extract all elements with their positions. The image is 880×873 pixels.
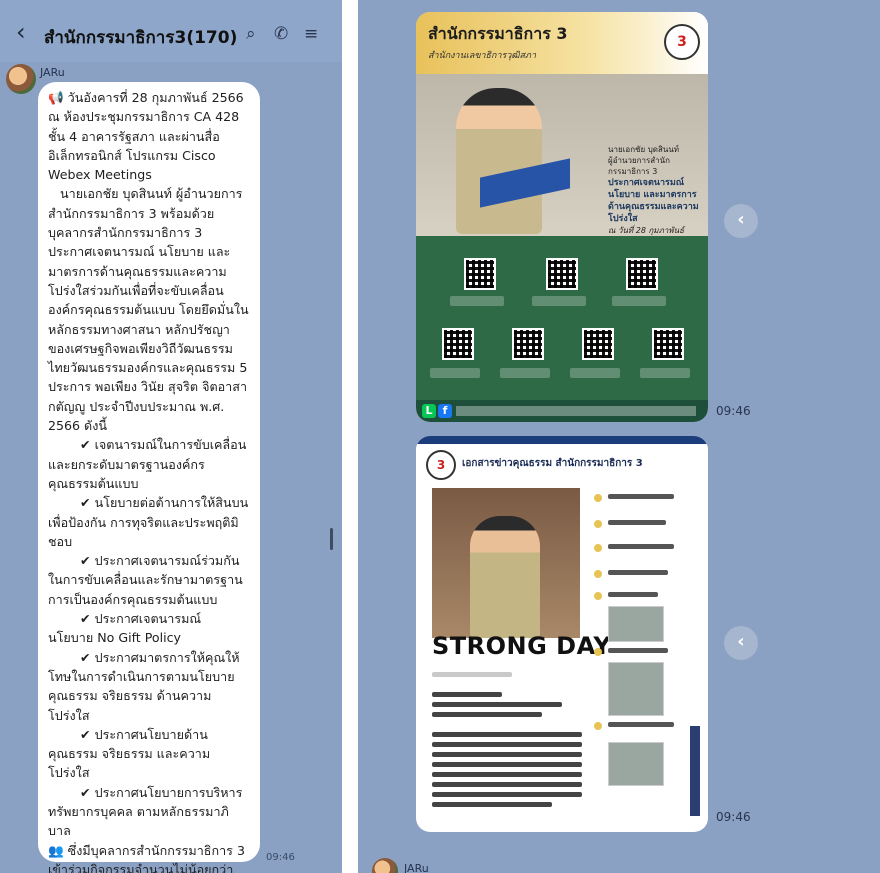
message-bubble[interactable]: 📢 วันอังคารที่ 28 กุมภาพันธ์ 2566 ณ ห้อง… — [38, 82, 260, 873]
text-line — [432, 732, 582, 737]
menu-icon[interactable]: ≡ — [304, 24, 318, 44]
text-line — [432, 772, 582, 777]
text-line — [432, 762, 582, 767]
share-icon[interactable]: ‹ — [724, 626, 758, 660]
chat-header: ‹ สำนักกรรมาธิการ3(170) ⌕ ✆ ≡ — [0, 0, 342, 62]
qr-label — [430, 368, 480, 378]
committee-logo-icon: 3 — [664, 24, 700, 60]
shared-image-newsletter[interactable]: 3 เอกสารข่าวคุณธรรม สำนักกรรมาธิการ 3 ST… — [416, 436, 708, 832]
text-line — [432, 742, 582, 747]
director-photo: นายเอกชัย บุดสินนท์ ผู้อำนวยการสำนักกรรม… — [416, 74, 708, 246]
text-line — [608, 544, 674, 549]
qr-code-icon — [652, 328, 684, 360]
image-footer: L f — [416, 400, 708, 422]
text-line — [432, 712, 542, 717]
qr-code-icon — [464, 258, 496, 290]
person-figure — [456, 88, 542, 234]
photo-caption: นายเอกชัย บุดสินนท์ ผู้อำนวยการสำนักกรรม… — [608, 144, 704, 247]
image-header: สำนักกรรมาธิการ 3 สำนักงานเลขาธิการวุฒิส… — [416, 12, 708, 74]
avatar[interactable] — [6, 64, 36, 94]
qr-code-icon — [626, 258, 658, 290]
chat-panel-images: สำนักกรรมาธิการ 3 สำนักงานเลขาธิการวุฒิส… — [358, 0, 880, 873]
qr-code-icon — [512, 328, 544, 360]
newsletter-side-strip — [690, 726, 700, 816]
director-photo — [432, 488, 580, 638]
bullet-icon — [594, 544, 602, 552]
committee-logo-icon: 3 — [426, 450, 456, 480]
qr-section — [416, 236, 708, 400]
text-line — [432, 782, 582, 787]
divider — [342, 0, 358, 873]
scrollbar[interactable] — [330, 528, 333, 550]
bullet-icon — [594, 592, 602, 600]
event-photo — [608, 742, 664, 786]
qr-label — [640, 368, 690, 378]
back-chevron-icon[interactable]: ‹ — [16, 18, 26, 46]
text-line — [608, 494, 674, 499]
qr-label — [500, 368, 550, 378]
text-line — [432, 692, 502, 697]
chat-title: สำนักกรรมาธิการ3(170) — [44, 28, 238, 48]
phone-icon[interactable]: ✆ — [274, 24, 288, 44]
bullet-icon — [594, 494, 602, 502]
image-time: 09:46 — [716, 404, 751, 418]
text-line — [608, 520, 666, 525]
text-line — [608, 722, 674, 727]
event-photo — [608, 662, 664, 716]
bullet-icon — [594, 570, 602, 578]
person-figure — [470, 516, 540, 638]
image-subtitle: สำนักงานเลขาธิการวุฒิสภา — [428, 51, 537, 61]
caption-role: ผู้อำนวยการสำนักกรรมาธิการ 3 — [608, 156, 670, 176]
share-icon[interactable]: ‹ — [724, 204, 758, 238]
headline: STRONG DAY — [432, 632, 612, 660]
qr-code-icon — [582, 328, 614, 360]
text-line — [432, 802, 552, 807]
text-line — [608, 570, 668, 575]
avatar[interactable] — [372, 858, 398, 873]
shared-image-announcement[interactable]: สำนักกรรมาธิการ 3 สำนักงานเลขาธิการวุฒิส… — [416, 12, 708, 422]
qr-label — [612, 296, 666, 306]
facebook-logo-icon: f — [438, 404, 452, 418]
message-time: 09:46 — [266, 852, 295, 863]
search-icon[interactable]: ⌕ — [246, 24, 256, 44]
line-logo-icon: L — [422, 404, 436, 418]
event-photo — [608, 606, 664, 642]
text-line — [608, 648, 668, 653]
text-line — [432, 792, 582, 797]
newsletter-header: 3 เอกสารข่าวคุณธรรม สำนักกรรมาธิการ 3 — [416, 436, 708, 486]
image-title: สำนักกรรมาธิการ 3 — [428, 24, 568, 43]
qr-label — [570, 368, 620, 378]
chat-panel: ‹ สำนักกรรมาธิการ3(170) ⌕ ✆ ≡ JARu 📢 วัน… — [0, 0, 342, 873]
caption-name: นายเอกชัย บุดสินนท์ — [608, 145, 680, 154]
sender-name: JARu — [40, 66, 65, 79]
image-time: 09:46 — [716, 810, 751, 824]
bullet-icon — [594, 722, 602, 730]
newsletter-title: เอกสารข่าวคุณธรรม สำนักกรรมาธิการ 3 — [462, 458, 643, 469]
qr-code-icon — [442, 328, 474, 360]
text-line — [432, 702, 562, 707]
qr-label — [532, 296, 586, 306]
bullet-icon — [594, 520, 602, 528]
qr-label — [450, 296, 504, 306]
caption-main: ประกาศเจตนารมณ์ นโยบาย และมาตรการด้านคุณ… — [608, 178, 699, 224]
text-line — [432, 672, 512, 677]
text-line — [608, 592, 658, 597]
bullet-icon — [594, 648, 602, 656]
qr-code-icon — [546, 258, 578, 290]
text-line — [432, 752, 582, 757]
sender-name: JARu — [404, 862, 429, 873]
footer-text — [456, 406, 696, 416]
